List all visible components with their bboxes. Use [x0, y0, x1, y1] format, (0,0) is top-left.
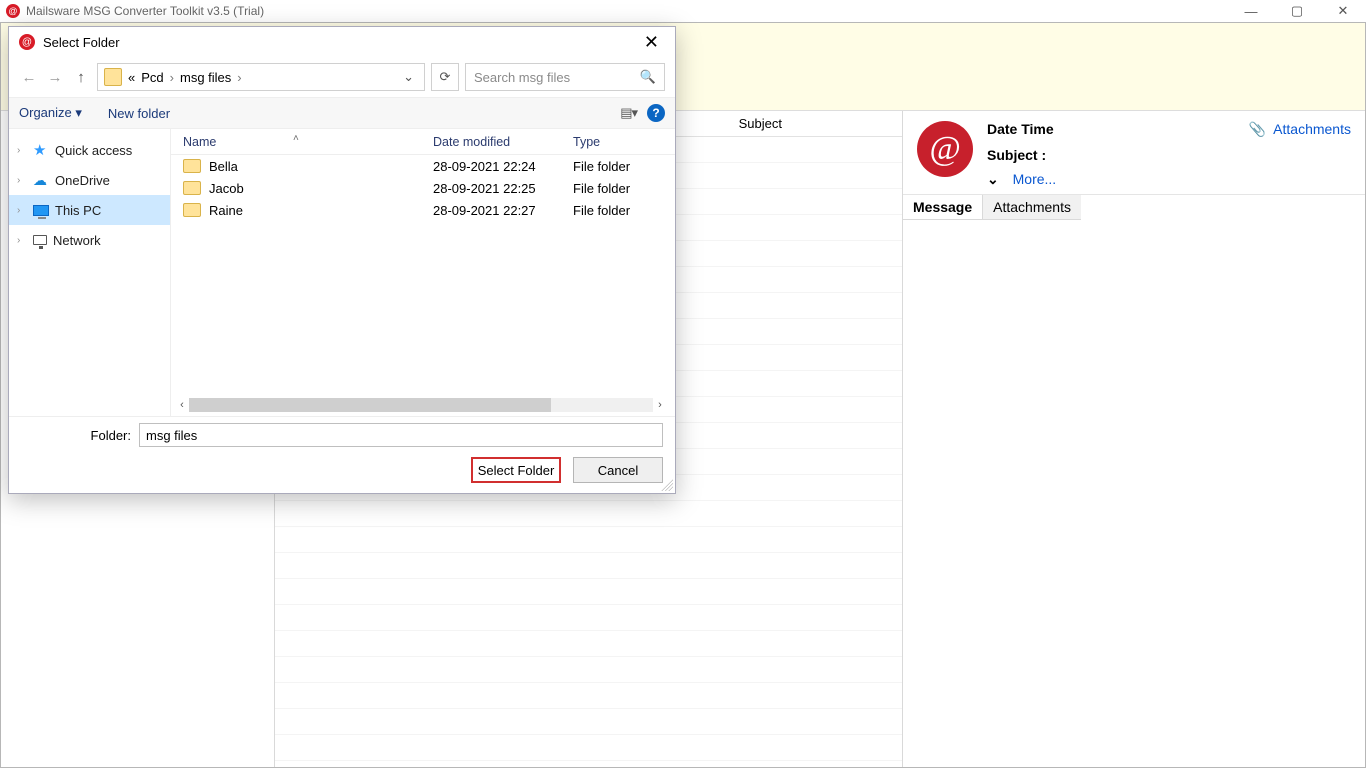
list-item-date: 28-09-2021 22:24 [433, 159, 573, 174]
list-item-date: 28-09-2021 22:25 [433, 181, 573, 196]
tab-message[interactable]: Message [903, 195, 982, 220]
search-input[interactable]: Search msg files 🔍 [465, 63, 665, 91]
list-item-type: File folder [573, 203, 675, 218]
list-item-name: Jacob [209, 181, 244, 196]
folder-field-label: Folder: [21, 428, 131, 443]
col-date[interactable]: Date modified [433, 135, 573, 149]
refresh-button[interactable]: ⟳ [431, 63, 459, 91]
col-type[interactable]: Type [573, 135, 675, 149]
chevron-right-icon: › [17, 175, 27, 186]
select-folder-dialog: @ Select Folder ✕ ← → ↑ « Pcd › msg file… [8, 26, 676, 494]
breadcrumb-sep-icon: › [237, 70, 241, 85]
minimize-button[interactable]: — [1228, 0, 1274, 22]
attachments-link[interactable]: Attachments [1273, 121, 1351, 137]
star-icon: ★ [33, 141, 49, 157]
list-item[interactable]: Jacob 28-09-2021 22:25 File folder [171, 177, 675, 199]
chevron-right-icon: › [17, 235, 27, 246]
breadcrumb-sep-icon: › [170, 70, 174, 85]
list-item-type: File folder [573, 159, 675, 174]
help-button[interactable]: ? [647, 104, 665, 122]
file-list: Bella 28-09-2021 22:24 File folder Jacob… [171, 155, 675, 396]
new-folder-button[interactable]: New folder [108, 106, 170, 121]
tree-item-label: Quick access [55, 143, 132, 158]
select-folder-button[interactable]: Select Folder [471, 457, 561, 483]
breadcrumb-1[interactable]: Pcd [141, 70, 163, 85]
maximize-button[interactable]: ▢ [1274, 0, 1320, 22]
date-time-label: Date Time [987, 121, 1235, 137]
folder-icon [183, 159, 201, 173]
list-item-type: File folder [573, 181, 675, 196]
col-name[interactable]: Name ˄ [183, 135, 433, 149]
tree-quick-access[interactable]: › ★ Quick access [9, 135, 170, 165]
horizontal-scrollbar[interactable]: ‹ › [175, 396, 667, 414]
cloud-icon: ☁ [33, 172, 49, 188]
scroll-right-icon[interactable]: › [653, 399, 667, 411]
folder-name-input[interactable] [139, 423, 663, 447]
tree-item-label: This PC [55, 203, 101, 218]
chevron-down-icon: ▾ [75, 105, 82, 120]
resize-grip[interactable] [661, 479, 673, 491]
sort-asc-icon: ˄ [293, 133, 299, 144]
breadcrumb-dropdown-icon[interactable]: ⌄ [399, 69, 418, 85]
tab-attachments[interactable]: Attachments [982, 195, 1081, 220]
view-options-button[interactable]: ▤▾ [620, 105, 637, 121]
list-item-date: 28-09-2021 22:27 [433, 203, 573, 218]
nav-back-button[interactable]: ← [19, 69, 39, 86]
search-icon: 🔍 [640, 69, 656, 85]
list-item-name: Bella [209, 159, 238, 174]
app-icon: @ [6, 4, 20, 18]
nav-up-button[interactable]: ↑ [71, 69, 91, 86]
network-icon [33, 235, 47, 245]
list-item-name: Raine [209, 203, 243, 218]
column-subject[interactable]: Subject [739, 116, 902, 131]
sender-avatar: @ [917, 121, 973, 177]
breadcrumb-2[interactable]: msg files [180, 70, 231, 85]
close-button[interactable]: ✕ [1320, 0, 1366, 22]
tree-network[interactable]: › Network [9, 225, 170, 255]
organize-menu[interactable]: Organize ▾ [19, 105, 82, 121]
app-title: Mailsware MSG Converter Toolkit v3.5 (Tr… [26, 4, 264, 18]
chevron-right-icon: › [17, 205, 27, 216]
breadcrumb-bar[interactable]: « Pcd › msg files › ⌄ [97, 63, 425, 91]
list-item[interactable]: Raine 28-09-2021 22:27 File folder [171, 199, 675, 221]
chevron-down-icon[interactable]: ⌄ [987, 171, 999, 187]
folder-icon [104, 68, 122, 86]
tree-item-label: Network [53, 233, 101, 248]
pc-icon [33, 205, 49, 216]
list-item[interactable]: Bella 28-09-2021 22:24 File folder [171, 155, 675, 177]
dialog-title: Select Folder [43, 35, 120, 50]
folder-icon [183, 203, 201, 217]
main-titlebar: @ Mailsware MSG Converter Toolkit v3.5 (… [0, 0, 1366, 22]
cancel-button[interactable]: Cancel [573, 457, 663, 483]
navigation-tree: › ★ Quick access › ☁ OneDrive › This PC … [9, 129, 171, 416]
preview-pane: @ Date Time Subject : ⌄ More... 📎 Attach… [903, 111, 1365, 767]
dialog-close-button[interactable]: ✕ [638, 32, 665, 53]
nav-forward-button[interactable]: → [45, 69, 65, 86]
scroll-left-icon[interactable]: ‹ [175, 399, 189, 411]
tree-item-label: OneDrive [55, 173, 110, 188]
more-link[interactable]: More... [1013, 171, 1057, 187]
tree-onedrive[interactable]: › ☁ OneDrive [9, 165, 170, 195]
search-placeholder: Search msg files [474, 70, 570, 85]
tree-this-pc[interactable]: › This PC [9, 195, 170, 225]
paperclip-icon: 📎 [1249, 121, 1266, 137]
breadcrumb-prefix: « [128, 70, 135, 85]
dialog-app-icon: @ [19, 34, 35, 50]
subject-label: Subject : [987, 147, 1235, 163]
folder-icon [183, 181, 201, 195]
chevron-right-icon: › [17, 145, 27, 156]
